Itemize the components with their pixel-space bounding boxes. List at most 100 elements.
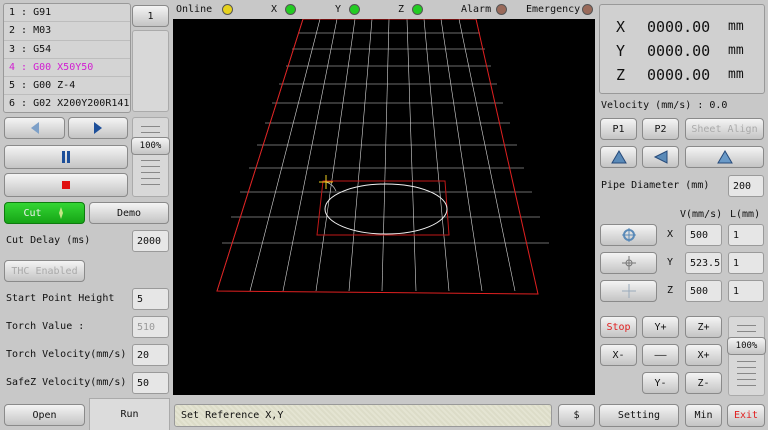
x-indicator-icon	[285, 4, 296, 15]
slider-tick	[737, 361, 756, 362]
p2-button[interactable]: P2	[642, 118, 679, 140]
alarm-indicator-icon	[496, 4, 507, 15]
perspective-grid	[216, 18, 549, 292]
slider-tick	[141, 184, 160, 185]
slider-tick	[737, 331, 756, 332]
start-height-field[interactable]: 5	[132, 288, 169, 310]
jog-x-plus-button[interactable]: X+	[685, 344, 722, 366]
slider-tick	[141, 132, 160, 133]
stop-button[interactable]	[4, 173, 128, 197]
velocity-column-header: V(mm/s)	[680, 209, 723, 220]
align-up-button[interactable]	[600, 146, 637, 168]
jog-z-button[interactable]	[600, 280, 657, 302]
program-line-current[interactable]: 4 : G00 X50Y50	[4, 59, 130, 78]
coordinate-display: X 0000.00 mm Y 0000.00 mm Z 0000.00 mm	[599, 4, 765, 94]
slider-tick	[141, 172, 160, 173]
jog-center-button[interactable]	[600, 252, 657, 274]
x-axis-label: X	[667, 229, 674, 240]
triangle-up-icon	[610, 150, 627, 164]
rotate-button[interactable]	[685, 146, 764, 168]
slider-tick	[141, 166, 160, 167]
run-tab[interactable]: Run	[89, 398, 170, 430]
next-button[interactable]	[68, 117, 128, 139]
thc-enabled-button[interactable]: THC Enabled	[4, 260, 85, 282]
cut-label: Cut	[23, 207, 42, 219]
speed-percent-handle[interactable]: 100%	[131, 137, 170, 155]
cut-button[interactable]: Cut	[4, 202, 85, 224]
dollar-button[interactable]: $	[558, 404, 595, 427]
toolpath-view	[216, 18, 549, 295]
current-line-button[interactable]: 1	[132, 5, 169, 27]
program-list[interactable]: 1 : G91 2 : M03 3 : G54 4 : G00 X50Y50 5…	[3, 3, 131, 113]
slider-tick	[737, 367, 756, 368]
jog-xy-button[interactable]	[600, 224, 657, 246]
program-line[interactable]: 5 : G00 Z-4	[4, 77, 130, 96]
online-indicator-icon	[222, 4, 233, 15]
cut-delay-field[interactable]: 2000	[132, 230, 169, 252]
program-line[interactable]: 1 : G91	[4, 4, 130, 23]
speed-slider[interactable]	[132, 117, 169, 197]
jog-y-minus-button[interactable]: Y-	[642, 372, 679, 394]
jog-stop-button[interactable]: Stop	[600, 316, 637, 338]
z-coord-value: 0000.00	[647, 66, 711, 84]
circle-toolpath	[324, 183, 448, 235]
cut-delay-label: Cut Delay (ms)	[6, 235, 91, 246]
slider-tick	[141, 126, 160, 127]
open-tab[interactable]: Open	[4, 404, 85, 426]
jog-x-minus-button[interactable]: X-	[600, 344, 637, 366]
jog-y-plus-button[interactable]: Y+	[642, 316, 679, 338]
minimize-button[interactable]: Min	[685, 404, 722, 427]
slider-tick	[141, 178, 160, 179]
emergency-label: Emergency	[526, 4, 581, 15]
jog-speed-handle[interactable]: 100%	[727, 337, 766, 355]
z-status-label: Z	[398, 4, 405, 15]
program-line[interactable]: 2 : M03	[4, 22, 130, 41]
alarm-label: Alarm	[461, 4, 492, 15]
setting-button[interactable]: Setting	[599, 404, 679, 427]
x-velocity-field[interactable]: 500	[685, 224, 722, 246]
program-scroll-track[interactable]	[132, 30, 169, 112]
rotate-sheet-icon	[716, 150, 733, 164]
demo-button[interactable]: Demo	[89, 202, 169, 224]
jog-z-plus-button[interactable]: Z+	[685, 316, 722, 338]
jog-speed-slider[interactable]	[728, 316, 765, 396]
pipe-diameter-field[interactable]: 200	[728, 175, 764, 197]
message-bar: Set Reference X,Y	[174, 404, 552, 427]
toolpath-canvas[interactable]	[173, 18, 595, 395]
program-line[interactable]: 6 : G02 X200Y200R141	[4, 95, 130, 112]
exit-button[interactable]: Exit	[727, 404, 765, 427]
torch-value-field: 510	[132, 316, 169, 338]
z-indicator-icon	[412, 4, 423, 15]
pipe-diameter-label: Pipe Diameter (mm)	[601, 180, 710, 191]
z-coord-unit: mm	[728, 67, 744, 82]
torch-velocity-field[interactable]: 20	[132, 344, 169, 366]
align-left-button[interactable]	[642, 146, 679, 168]
start-height-label: Start Point Height	[6, 293, 115, 304]
y-status-label: Y	[335, 4, 342, 15]
x-status-label: X	[271, 4, 278, 15]
torch-value-label: Torch Value :	[6, 321, 85, 332]
slider-tick	[737, 385, 756, 386]
z-axis-label: Z	[667, 285, 674, 296]
p1-button[interactable]: P1	[600, 118, 637, 140]
velocity-readout: Velocity (mm/s) : 0.0	[601, 100, 728, 111]
sheet-boundary	[216, 18, 539, 295]
stop-icon	[62, 181, 70, 189]
y-coord-value: 0000.00	[647, 42, 711, 60]
z-length-field[interactable]: 1	[728, 280, 764, 302]
y-length-field[interactable]: 1	[728, 252, 764, 274]
prev-button[interactable]	[4, 117, 65, 139]
z-velocity-field[interactable]: 500	[685, 280, 722, 302]
x-coord-value: 0000.00	[647, 18, 711, 36]
y-velocity-field[interactable]: 523.5	[685, 252, 722, 274]
program-line[interactable]: 3 : G54	[4, 41, 130, 59]
sheet-align-button[interactable]: Sheet Align	[685, 118, 764, 140]
length-column-header: L(mm)	[730, 209, 761, 220]
pause-button[interactable]	[4, 145, 128, 169]
jog-z-minus-button[interactable]: Z-	[685, 372, 722, 394]
torch-icon	[58, 207, 63, 219]
x-length-field[interactable]: 1	[728, 224, 764, 246]
jog-mode-button[interactable]: ——	[642, 344, 679, 366]
safez-velocity-field[interactable]: 50	[132, 372, 169, 394]
right-arrow-icon	[94, 122, 102, 134]
